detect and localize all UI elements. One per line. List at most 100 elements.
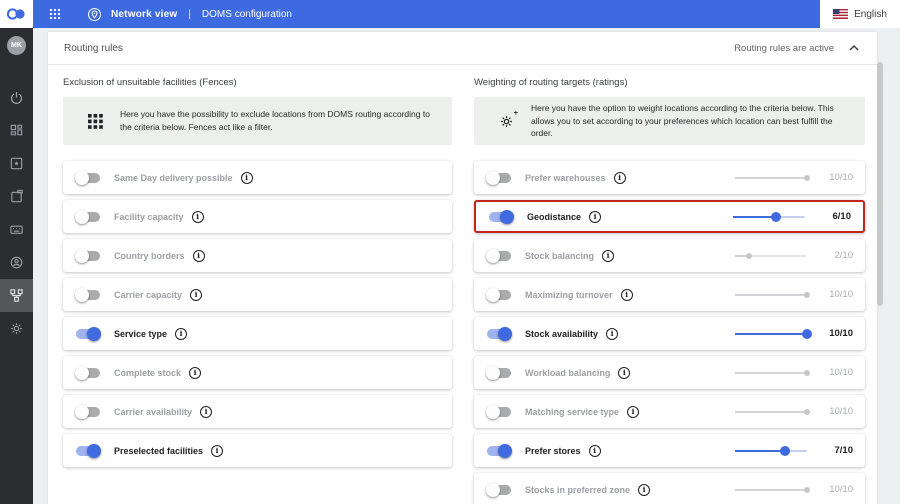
slider-fill xyxy=(733,216,776,218)
panel-header: Routing rules Routing rules are active xyxy=(48,32,877,65)
info-icon[interactable]: i xyxy=(190,289,202,301)
slider-value: 10/10 xyxy=(817,406,853,417)
weight-slider[interactable] xyxy=(735,367,807,379)
info-icon[interactable]: i xyxy=(241,172,253,184)
dashboard-icon xyxy=(9,123,24,138)
info-icon[interactable]: i xyxy=(589,211,601,223)
toggle-switch[interactable] xyxy=(75,171,101,185)
toggle-switch[interactable] xyxy=(75,210,101,224)
weight-slider[interactable] xyxy=(735,406,807,418)
toggle-knob xyxy=(498,444,512,458)
weight-slider[interactable] xyxy=(735,328,807,340)
info-icon[interactable]: i xyxy=(614,172,626,184)
toggle-switch[interactable] xyxy=(75,366,101,380)
weight-slider[interactable] xyxy=(735,172,807,184)
apps-grid-button[interactable] xyxy=(45,4,65,24)
rating-row: Prefer stores i 7/10 xyxy=(474,434,865,467)
info-icon[interactable]: i xyxy=(627,406,639,418)
toggle-switch[interactable] xyxy=(486,444,512,458)
slider-thumb[interactable] xyxy=(804,409,810,415)
slider-thumb[interactable] xyxy=(804,175,810,181)
slider-value: 10/10 xyxy=(817,484,853,495)
row-label: Matching service type xyxy=(525,407,619,417)
toggle-knob xyxy=(486,288,500,302)
info-icon[interactable]: i xyxy=(606,328,618,340)
toggle-switch[interactable] xyxy=(486,366,512,380)
collapse-button[interactable] xyxy=(849,45,859,51)
toggle-knob xyxy=(498,327,512,341)
sidebar-item-account[interactable] xyxy=(0,246,33,279)
info-icon[interactable]: i xyxy=(618,367,630,379)
us-flag-icon xyxy=(833,9,848,19)
sidebar-item-media[interactable] xyxy=(0,147,33,180)
weight-slider[interactable] xyxy=(733,211,805,223)
weight-slider[interactable] xyxy=(735,484,807,496)
status-area: Routing rules are active xyxy=(734,43,859,54)
sidebar-item-power[interactable] xyxy=(0,81,33,114)
fence-row: Carrier availability i xyxy=(63,395,452,428)
slider-fill xyxy=(735,177,807,179)
rating-row: Matching service type i 10/10 xyxy=(474,395,865,428)
weight-slider[interactable] xyxy=(735,289,807,301)
app-title: Network view xyxy=(111,9,177,20)
toggle-switch[interactable] xyxy=(486,249,512,263)
language-label: English xyxy=(854,9,887,20)
fence-row: Carrier capacity i xyxy=(63,278,452,311)
slider-thumb[interactable] xyxy=(746,253,752,259)
slider-value: 10/10 xyxy=(817,367,853,378)
toggle-switch[interactable] xyxy=(488,210,514,224)
info-icon[interactable]: i xyxy=(589,445,601,457)
info-icon[interactable]: i xyxy=(192,211,204,223)
slider-thumb[interactable] xyxy=(780,446,790,456)
weight-slider[interactable] xyxy=(735,445,807,457)
app-logo[interactable] xyxy=(0,0,33,28)
toggle-switch[interactable] xyxy=(75,327,101,341)
toggle-switch[interactable] xyxy=(486,288,512,302)
user-avatar[interactable]: MK xyxy=(7,36,26,55)
sidebar-item-keyboard[interactable] xyxy=(0,213,33,246)
toggle-switch[interactable] xyxy=(75,288,101,302)
info-icon[interactable]: i xyxy=(211,445,223,457)
info-icon[interactable]: i xyxy=(200,406,212,418)
fences-description: Here you have the possibility to exclude… xyxy=(120,108,438,134)
grid-icon xyxy=(85,114,105,129)
toggle-switch[interactable] xyxy=(486,405,512,419)
weight-slider[interactable] xyxy=(735,250,807,262)
slider-thumb[interactable] xyxy=(804,292,810,298)
language-selector[interactable]: English xyxy=(820,0,900,28)
network-icon xyxy=(9,288,24,303)
info-icon[interactable]: i xyxy=(638,484,650,496)
row-label: Prefer warehouses xyxy=(525,173,606,183)
slider-thumb[interactable] xyxy=(804,487,810,493)
title-separator: | xyxy=(188,9,191,20)
info-icon[interactable]: i xyxy=(193,250,205,262)
sidebar-item-dashboard[interactable] xyxy=(0,114,33,147)
toggle-switch[interactable] xyxy=(75,405,101,419)
vertical-scrollbar[interactable] xyxy=(877,62,883,306)
chevron-up-icon xyxy=(849,45,859,51)
info-icon[interactable]: i xyxy=(621,289,633,301)
sidebar-item-settings[interactable] xyxy=(0,312,33,345)
rating-row: Stock balancing i 2/10 xyxy=(474,239,865,272)
slider-thumb[interactable] xyxy=(804,370,810,376)
slider-thumb[interactable] xyxy=(771,212,781,222)
slider-value: 2/10 xyxy=(817,250,853,261)
main-area: Routing rules Routing rules are active E… xyxy=(33,28,900,504)
fence-row: Same Day delivery possible i xyxy=(63,161,452,194)
sidebar-item-network[interactable] xyxy=(0,279,33,312)
toggle-switch[interactable] xyxy=(75,249,101,263)
toggle-switch[interactable] xyxy=(486,171,512,185)
info-icon[interactable]: i xyxy=(189,367,201,379)
toggle-knob xyxy=(486,171,500,185)
slider-thumb[interactable] xyxy=(802,329,812,339)
sidebar-item-tasks[interactable] xyxy=(0,180,33,213)
toggle-switch[interactable] xyxy=(486,327,512,341)
toggle-switch[interactable] xyxy=(75,444,101,458)
fence-row: Facility capacity i xyxy=(63,200,452,233)
info-icon[interactable]: i xyxy=(602,250,614,262)
row-label: Preselected facilities xyxy=(114,446,203,456)
toggle-switch[interactable] xyxy=(486,483,512,497)
row-label: Same Day delivery possible xyxy=(114,173,233,183)
info-icon[interactable]: i xyxy=(175,328,187,340)
toggle-knob xyxy=(75,171,89,185)
